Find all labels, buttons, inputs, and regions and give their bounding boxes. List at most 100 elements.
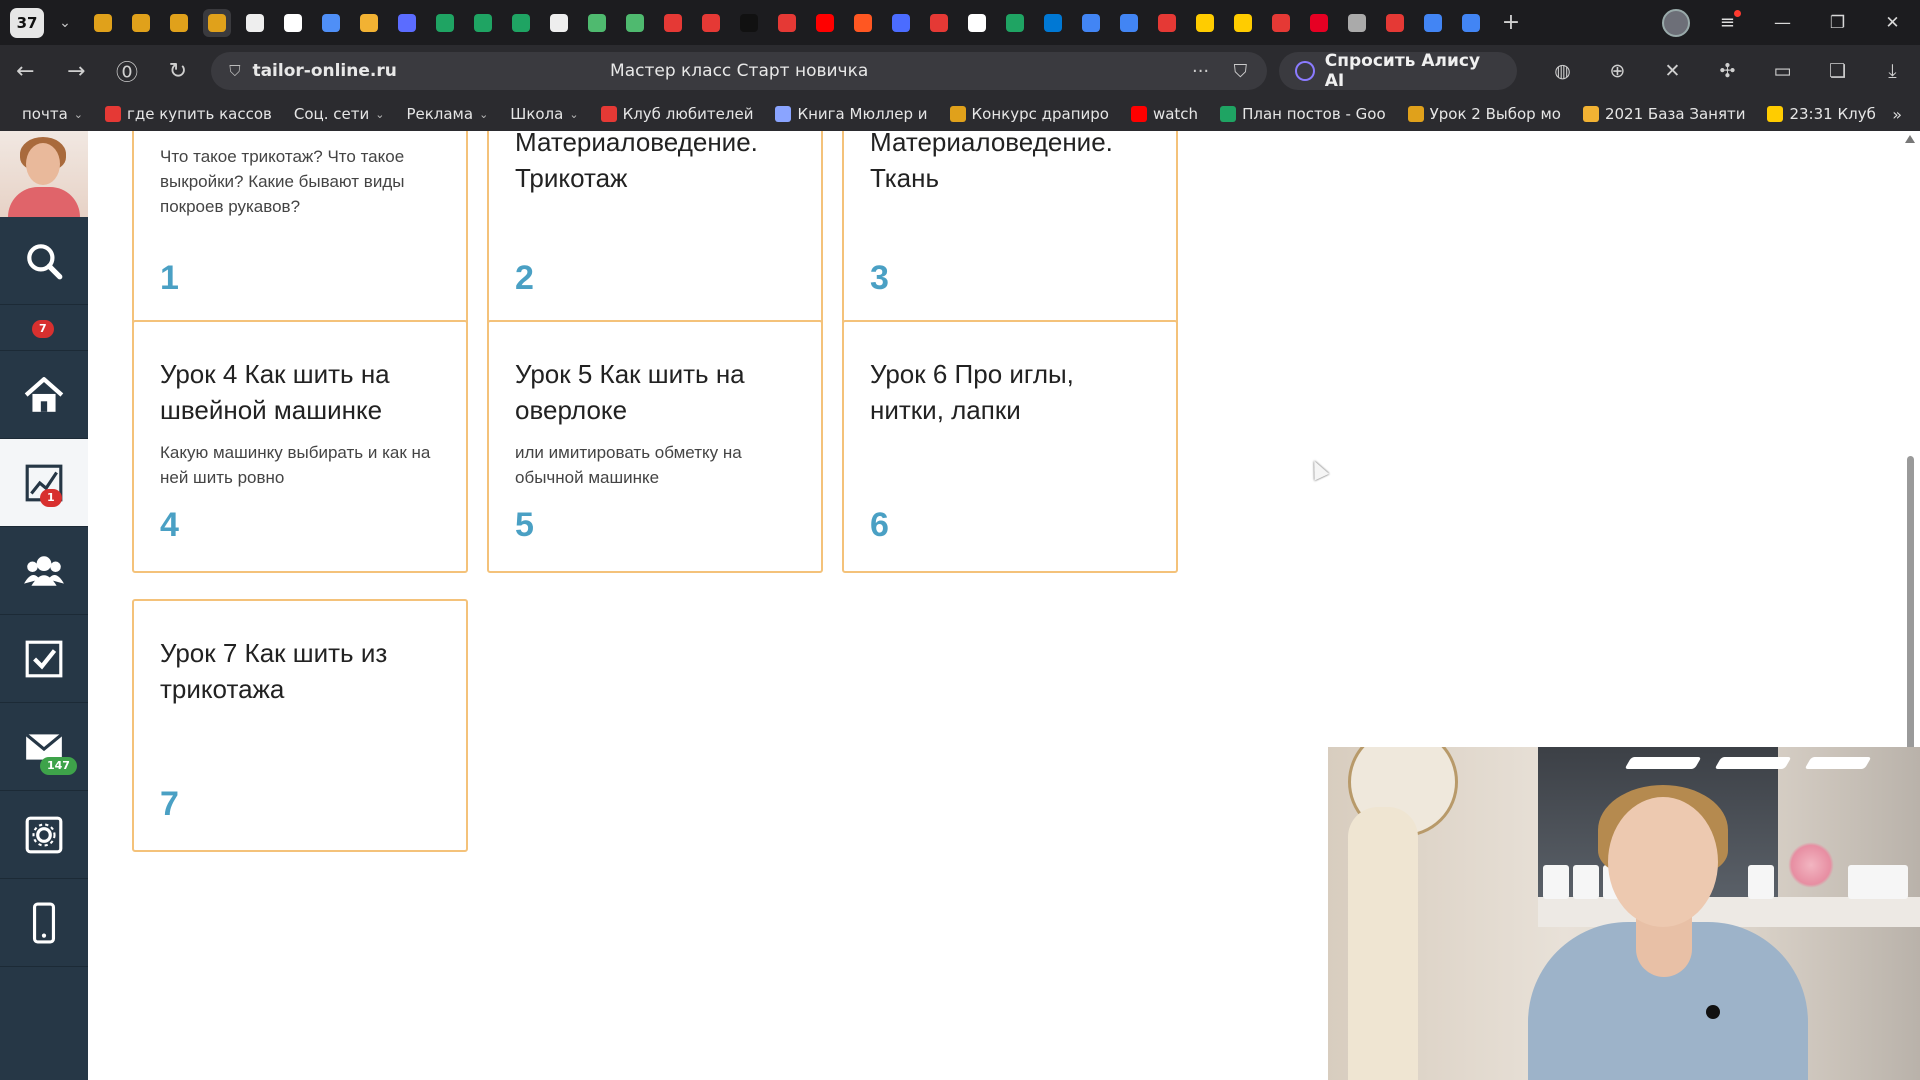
user-avatar[interactable] xyxy=(0,131,88,217)
extension-icon[interactable]: ◍ xyxy=(1535,60,1590,82)
pinned-tab-icon[interactable] xyxy=(773,9,801,37)
bookmark-item[interactable]: План постов - Goo xyxy=(1220,105,1386,123)
pinned-tab-icon[interactable] xyxy=(1001,9,1029,37)
pinned-tab-icon[interactable] xyxy=(317,9,345,37)
collections-icon[interactable]: ❏ xyxy=(1810,60,1865,82)
lesson-card-4[interactable]: Урок 4 Как шить на швейной машинке Какую… xyxy=(132,320,468,573)
bookmark-favicon-icon xyxy=(1582,106,1599,122)
tab-counter[interactable]: 37 xyxy=(10,7,44,38)
pinned-tab-icon[interactable] xyxy=(127,9,155,37)
tasks-icon[interactable] xyxy=(0,615,88,703)
pinned-tab-icon[interactable] xyxy=(469,9,497,37)
address-field[interactable]: ⛉ tailor-online.ru Мастер класс Старт но… xyxy=(211,52,1268,90)
close-window-icon[interactable]: ✕ xyxy=(1865,13,1920,33)
new-tab-icon[interactable]: + xyxy=(1496,10,1526,35)
settings-icon[interactable] xyxy=(0,791,88,879)
more-icon[interactable]: ··· xyxy=(1192,61,1209,82)
pinned-tab-icon[interactable] xyxy=(583,9,611,37)
lesson-7-number: 7 xyxy=(160,785,179,823)
vpn-icon[interactable]: ⊕ xyxy=(1590,60,1645,82)
pinned-tab-icon[interactable] xyxy=(393,9,421,37)
pinned-tab-icon[interactable] xyxy=(507,9,535,37)
bookmark-item[interactable]: где купить кассов xyxy=(105,105,272,123)
pinned-tab-icon[interactable] xyxy=(887,9,915,37)
bookmark-folder[interactable]: почта ⌄ xyxy=(22,105,83,123)
pinned-tab-icon[interactable] xyxy=(849,9,877,37)
lesson-card-5[interactable]: Урок 5 Как шить на оверлоке или имитиров… xyxy=(487,320,823,573)
microphone-icon xyxy=(1706,1005,1720,1019)
site-info-icon[interactable]: ⛉ xyxy=(229,62,240,80)
minimize-icon[interactable]: — xyxy=(1755,13,1810,33)
users-icon[interactable] xyxy=(0,527,88,615)
reload-icon[interactable]: ↻ xyxy=(152,59,203,84)
pinned-tab-icon[interactable] xyxy=(659,9,687,37)
pinned-tab-icon[interactable] xyxy=(1343,9,1371,37)
bookmark-folder[interactable]: Школа ⌄ xyxy=(510,105,578,123)
lesson-card-1[interactable]: Что такое трикотаж? Что такое выкройки? … xyxy=(132,131,468,326)
notifications-item[interactable]: 7 xyxy=(0,305,88,351)
pinned-tab-icon[interactable] xyxy=(1077,9,1105,37)
bookmark-item[interactable]: Урок 2 Выбор мо xyxy=(1407,105,1561,123)
yandex-icon[interactable]: ⓪ xyxy=(102,55,153,87)
pinned-tab-icon[interactable] xyxy=(925,9,953,37)
bookmark-folder[interactable]: Соц. сети ⌄ xyxy=(294,105,385,123)
pinned-tab-icon[interactable] xyxy=(279,9,307,37)
pinned-tab-icon[interactable] xyxy=(431,9,459,37)
pinned-tab-icon[interactable] xyxy=(355,9,383,37)
lesson-2-number: 2 xyxy=(515,259,534,297)
bookmark-item[interactable]: Конкурс драпиро xyxy=(949,105,1109,123)
pinned-tab-icon[interactable] xyxy=(1191,9,1219,37)
bookmark-item[interactable]: 23:31 Клуб xyxy=(1767,105,1876,123)
pinned-tab-icon[interactable] xyxy=(735,9,763,37)
pinned-tab-icon[interactable] xyxy=(165,9,193,37)
pinned-tab-icon[interactable] xyxy=(1039,9,1067,37)
battery-icon[interactable]: ▭ xyxy=(1755,60,1810,82)
lesson-card-7[interactable]: Урок 7 Как шить из трикотажа 7 xyxy=(132,599,468,852)
puzzle-icon[interactable]: ✣ xyxy=(1700,60,1755,82)
lesson-4-title: Урок 4 Как шить на швейной машинке xyxy=(160,359,390,425)
download-icon[interactable]: ⤓ xyxy=(1865,60,1920,82)
bookmark-item[interactable]: 2021 База Заняти xyxy=(1582,105,1745,123)
forward-icon[interactable]: → xyxy=(51,59,102,84)
pinned-tab-icon[interactable] xyxy=(1381,9,1409,37)
blocker-icon[interactable]: ✕ xyxy=(1645,60,1700,82)
bookmark-item[interactable]: Клуб любителей xyxy=(600,105,753,123)
search-icon[interactable] xyxy=(0,217,88,305)
bookmarks-overflow-icon[interactable]: » xyxy=(1892,105,1902,124)
ask-alice-button[interactable]: Спросить Алису AI xyxy=(1279,51,1517,91)
scroll-up-icon[interactable] xyxy=(1905,135,1915,143)
pinned-tab-icon[interactable] xyxy=(203,8,231,37)
pinned-tab-icon[interactable] xyxy=(1229,9,1257,37)
pinned-tab-icon[interactable] xyxy=(1305,9,1333,37)
lesson-card-2[interactable]: Материаловедение. Трикотаж 2 xyxy=(487,131,823,326)
profile-avatar[interactable] xyxy=(1661,8,1690,37)
bookmark-item[interactable]: watch xyxy=(1130,105,1198,123)
pinned-tab-icon[interactable] xyxy=(1115,9,1143,37)
bookmark-folder[interactable]: Реклама ⌄ xyxy=(406,105,488,123)
bookmark-icon[interactable]: ⛉ xyxy=(1234,61,1248,82)
pinned-tab-icon[interactable] xyxy=(1457,9,1485,37)
restore-icon[interactable]: ❐ xyxy=(1810,13,1865,33)
pinned-tab-icon[interactable] xyxy=(545,9,573,37)
lesson-card-6[interactable]: Урок 6 Про иглы, нитки, лапки 6 xyxy=(842,320,1178,573)
pinned-tab-icon[interactable] xyxy=(1419,9,1447,37)
pinned-tab-icon[interactable] xyxy=(1153,9,1181,37)
lesson-card-3[interactable]: Материаловедение. Ткань 3 xyxy=(842,131,1178,326)
url-domain: tailor-online.ru xyxy=(252,61,397,81)
analytics-icon[interactable]: 1 xyxy=(0,439,88,527)
pinned-tab-icon[interactable] xyxy=(697,9,725,37)
bookmark-item[interactable]: Книга Мюллер и xyxy=(775,105,928,123)
bookmark-label: Конкурс драпиро xyxy=(971,105,1109,123)
menu-icon[interactable]: ≡ xyxy=(1720,10,1742,33)
back-icon[interactable]: ← xyxy=(0,59,51,84)
pinned-tab-icon[interactable] xyxy=(1267,9,1295,37)
tab-list-dropdown-icon[interactable]: ⌄ xyxy=(52,15,78,31)
pinned-tab-icon[interactable] xyxy=(811,9,839,37)
mobile-icon[interactable] xyxy=(0,879,88,967)
pinned-tab-icon[interactable] xyxy=(241,9,269,37)
pinned-tab-icon[interactable] xyxy=(963,9,991,37)
home-icon[interactable] xyxy=(0,351,88,439)
pinned-tab-icon[interactable] xyxy=(621,9,649,37)
mail-icon[interactable]: 147 xyxy=(0,703,88,791)
pinned-tab-icon[interactable] xyxy=(89,9,117,37)
